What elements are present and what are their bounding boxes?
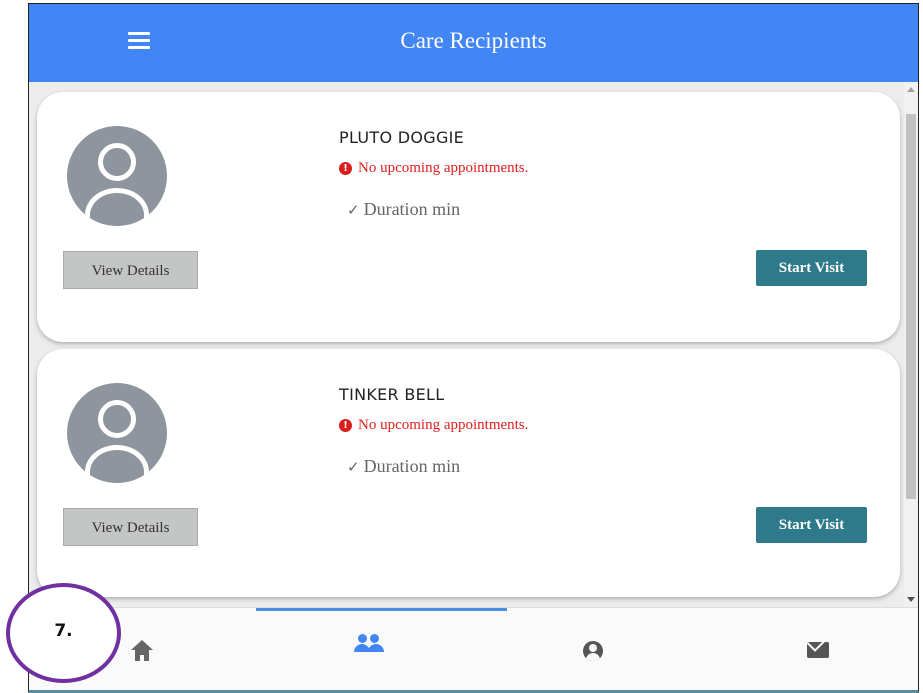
recipient-name: TINKER BELL (339, 385, 445, 404)
warning-icon: ! (339, 419, 352, 432)
scrollbar-thumb[interactable] (906, 114, 916, 499)
scroll-down-icon[interactable] (907, 597, 915, 602)
recipient-card: View Details TINKER BELL ! No upcoming ap… (37, 349, 900, 597)
nav-home[interactable] (124, 628, 164, 668)
app-bar: Care Recipients (29, 4, 918, 82)
avatar-icon (67, 383, 167, 483)
check-icon: ✓ (347, 458, 360, 476)
app-frame: Care Recipients View Details PLUTO DOGGI… (28, 3, 919, 693)
warning-icon: ! (339, 162, 352, 175)
duration: ✓ Duration min (347, 199, 460, 220)
mail-icon (807, 642, 829, 658)
start-visit-button[interactable]: Start Visit (756, 507, 867, 543)
step-label: 7. (54, 621, 73, 641)
scrollbar[interactable] (904, 82, 918, 607)
duration: ✓ Duration min (347, 456, 460, 477)
recipient-list[interactable]: View Details PLUTO DOGGIE ! No upcoming a… (29, 82, 918, 607)
avatar-icon (67, 126, 167, 226)
view-details-button[interactable]: View Details (63, 508, 198, 546)
duration-text: Duration min (363, 199, 461, 219)
bottom-navigation (29, 607, 918, 690)
nav-mail[interactable] (799, 628, 839, 668)
account-circle-icon (583, 641, 603, 661)
nav-people[interactable] (349, 628, 389, 668)
view-details-button[interactable]: View Details (63, 251, 198, 289)
appointment-status: ! No upcoming appointments. (339, 417, 528, 434)
start-visit-button[interactable]: Start Visit (756, 250, 867, 286)
page-title: Care Recipients (400, 28, 547, 53)
recipient-card: View Details PLUTO DOGGIE ! No upcoming a… (37, 92, 900, 342)
duration-text: Duration min (363, 456, 461, 476)
appointment-status: ! No upcoming appointments. (339, 160, 528, 177)
scroll-up-icon[interactable] (907, 87, 915, 92)
step-callout: 7. (6, 583, 121, 683)
appointment-status-text: No upcoming appointments. (358, 160, 529, 176)
check-icon: ✓ (347, 201, 360, 219)
appointment-status-text: No upcoming appointments. (358, 417, 529, 433)
nav-account[interactable] (574, 628, 614, 668)
recipient-name: PLUTO DOGGIE (339, 128, 465, 147)
active-tab-indicator (256, 608, 507, 611)
